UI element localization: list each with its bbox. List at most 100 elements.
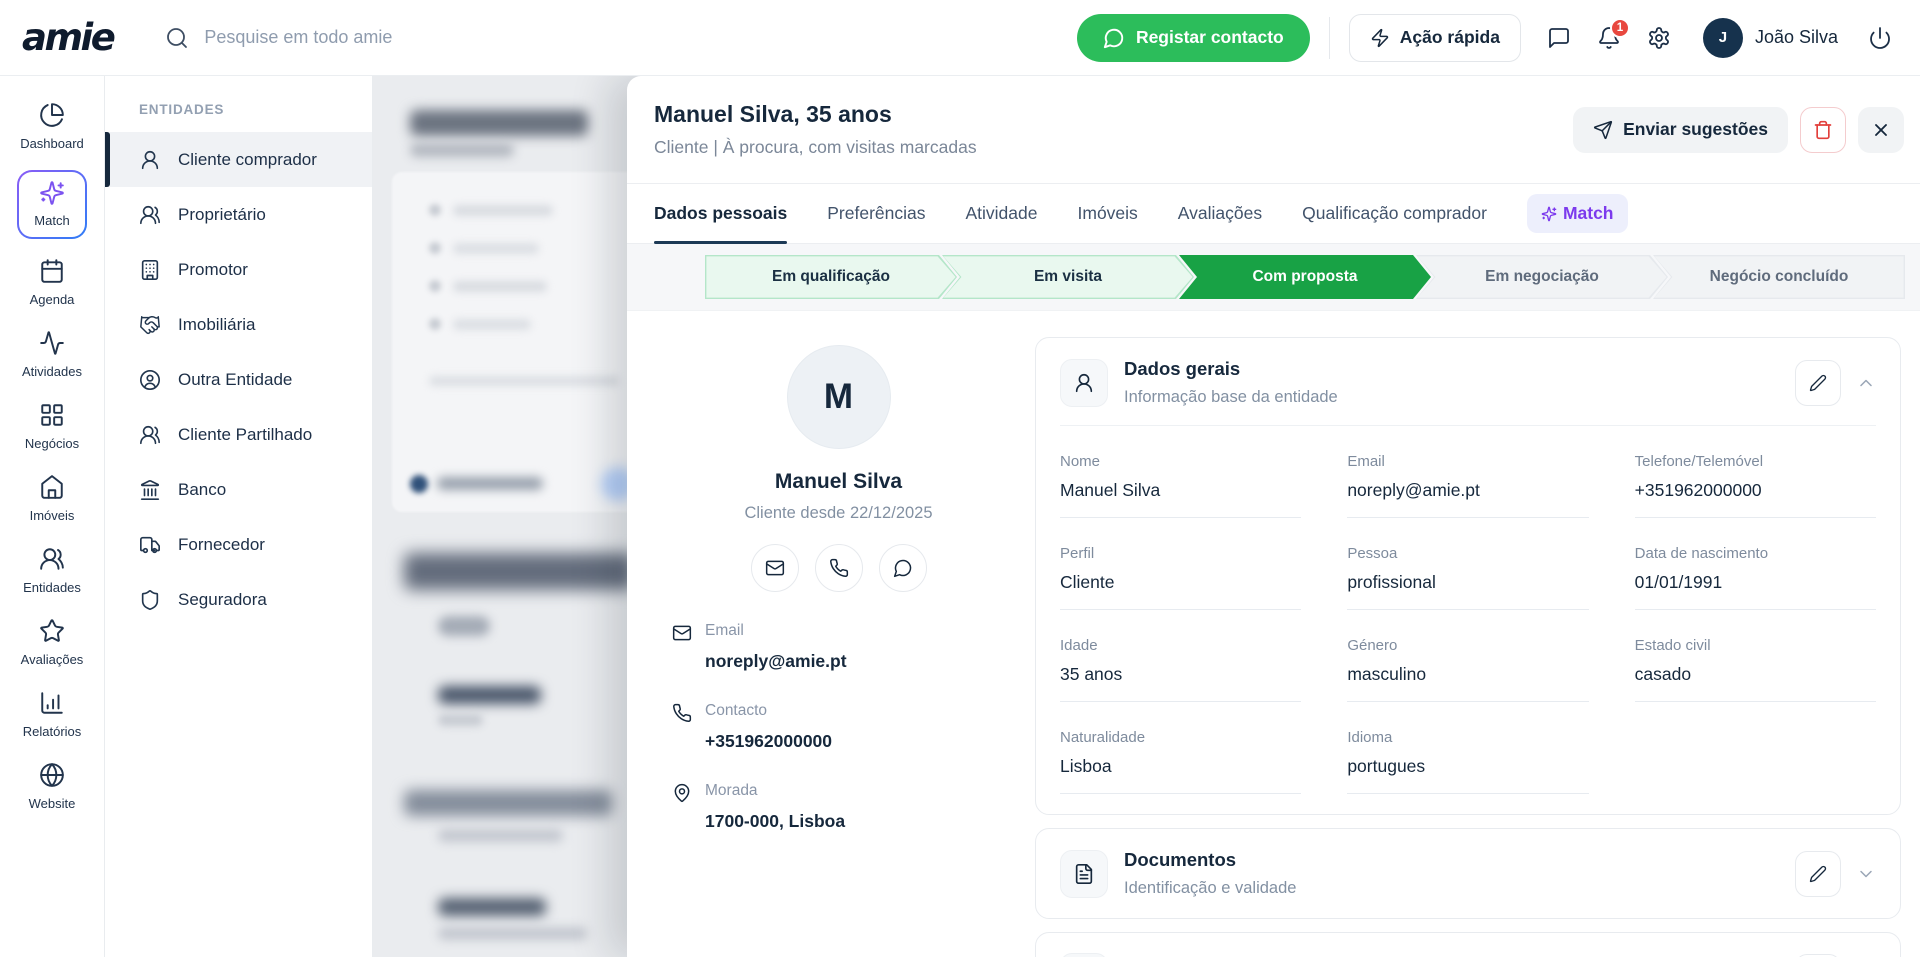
pipeline-stage-negocio-concluido[interactable]: Negócio concluído xyxy=(1653,255,1905,299)
contact-label: Email xyxy=(705,622,1005,643)
users-icon xyxy=(139,204,161,226)
sidebar-item-relatorios[interactable]: Relatórios xyxy=(4,686,100,743)
sparkles-icon xyxy=(39,180,65,206)
lightning-icon xyxy=(1370,28,1390,48)
user-name[interactable]: João Silva xyxy=(1755,27,1838,48)
register-contact-button[interactable]: Registar contacto xyxy=(1077,14,1310,62)
tab-preferencias[interactable]: Preferências xyxy=(827,184,925,243)
quick-action-button[interactable]: Ação rápida xyxy=(1349,14,1521,62)
pipeline-stage-label: Com proposta xyxy=(1179,255,1431,299)
contact-value[interactable]: noreply@amie.pt xyxy=(705,651,1005,672)
chat-bubble-icon xyxy=(893,558,913,578)
send-suggestions-button[interactable]: Enviar sugestões xyxy=(1573,107,1788,153)
field-label: Perfil xyxy=(1060,545,1301,562)
bar-chart-icon xyxy=(39,690,65,716)
field-pessoa: Pessoa profissional xyxy=(1347,534,1588,610)
search-icon xyxy=(165,26,189,50)
field-value: 35 anos xyxy=(1060,664,1301,685)
pipeline-stage-em-qualificacao[interactable]: Em qualificação xyxy=(705,255,957,299)
entity-item-banco[interactable]: Banco xyxy=(105,462,372,517)
card-documentos: Documentos Identificação e validade xyxy=(1035,828,1901,919)
sidebar-item-label: Website xyxy=(29,796,76,811)
client-tabs: Dados pessoais Preferências Atividade Im… xyxy=(627,184,1920,244)
field-value: Lisboa xyxy=(1060,756,1301,777)
mail-icon xyxy=(672,623,692,643)
home-icon xyxy=(39,474,65,500)
send-suggestions-label: Enviar sugestões xyxy=(1623,119,1768,140)
tab-match[interactable]: Match xyxy=(1527,194,1628,233)
tab-qualificacao-comprador[interactable]: Qualificação comprador xyxy=(1302,184,1487,243)
entity-item-imobiliaria[interactable]: Imobiliária xyxy=(105,297,372,352)
pipeline-stage-em-negociacao[interactable]: Em negociação xyxy=(1416,255,1668,299)
sidebar-item-avaliacoes[interactable]: Avaliações xyxy=(4,614,100,671)
messages-button[interactable] xyxy=(1547,26,1571,50)
contact-value[interactable]: +351962000000 xyxy=(705,731,1005,752)
users-icon xyxy=(39,546,65,572)
user-icon xyxy=(139,149,161,171)
field-label: Estado civil xyxy=(1635,637,1876,654)
sidebar-item-label: Agenda xyxy=(30,292,75,307)
global-search[interactable] xyxy=(165,26,634,50)
sidebar-item-atividades[interactable]: Atividades xyxy=(4,326,100,383)
field-perfil: Perfil Cliente xyxy=(1060,534,1301,610)
map-pin-icon xyxy=(672,783,692,803)
pipeline-stage-em-visita[interactable]: Em visita xyxy=(942,255,1194,299)
chevron-down-icon[interactable] xyxy=(1856,864,1876,884)
sidebar-item-dashboard[interactable]: Dashboard xyxy=(4,98,100,155)
sidebar-item-label: Match xyxy=(34,213,69,228)
calendar-icon xyxy=(39,258,65,284)
tab-imoveis[interactable]: Imóveis xyxy=(1078,184,1138,243)
pipeline-stage-label: Em negociação xyxy=(1416,255,1668,299)
edit-general-button[interactable] xyxy=(1795,360,1841,406)
contact-label: Morada xyxy=(705,782,1005,803)
edit-documents-button[interactable] xyxy=(1795,851,1841,897)
logout-button[interactable] xyxy=(1868,26,1892,50)
entity-item-cliente-comprador[interactable]: Cliente comprador xyxy=(105,132,372,187)
delete-client-button[interactable] xyxy=(1800,107,1846,153)
sidebar-item-label: Imóveis xyxy=(30,508,75,523)
sidebar-nav: Dashboard Match Agenda Atividades Negóci… xyxy=(0,76,105,957)
close-drawer-button[interactable] xyxy=(1858,107,1904,153)
topbar-divider xyxy=(1329,17,1330,59)
tab-atividade[interactable]: Atividade xyxy=(966,184,1038,243)
field-value: noreply@amie.pt xyxy=(1347,480,1588,501)
tab-avaliacoes[interactable]: Avaliações xyxy=(1178,184,1262,243)
entity-item-fornecedor[interactable]: Fornecedor xyxy=(105,517,372,572)
entity-item-label: Banco xyxy=(178,480,226,500)
chevron-up-icon[interactable] xyxy=(1856,373,1876,393)
user-avatar[interactable]: J xyxy=(1703,18,1743,58)
settings-button[interactable] xyxy=(1647,26,1671,50)
sidebar-item-negocios[interactable]: Negócios xyxy=(4,398,100,455)
field-value: 01/01/1991 xyxy=(1635,572,1876,593)
globe-icon xyxy=(39,762,65,788)
user-icon xyxy=(1060,359,1108,407)
amie-logo[interactable]: amie xyxy=(22,16,113,59)
pipeline-stage-com-proposta[interactable]: Com proposta xyxy=(1179,255,1431,299)
entity-item-proprietario[interactable]: Proprietário xyxy=(105,187,372,242)
field-value: casado xyxy=(1635,664,1876,685)
sidebar-item-imoveis[interactable]: Imóveis xyxy=(4,470,100,527)
entity-item-label: Seguradora xyxy=(178,590,267,610)
search-input[interactable] xyxy=(204,27,634,48)
entity-item-promotor[interactable]: Promotor xyxy=(105,242,372,297)
chat-bubble-icon xyxy=(1103,27,1125,49)
sidebar-item-website[interactable]: Website xyxy=(4,758,100,815)
call-action-button[interactable] xyxy=(815,544,863,592)
sparkles-icon xyxy=(1541,206,1557,222)
sidebar-item-label: Dashboard xyxy=(20,136,84,151)
entity-item-seguradora[interactable]: Seguradora xyxy=(105,572,372,627)
chat-action-button[interactable] xyxy=(879,544,927,592)
field-idade: Idade 35 anos xyxy=(1060,626,1301,702)
notifications-button[interactable]: 1 xyxy=(1597,26,1621,50)
email-action-button[interactable] xyxy=(751,544,799,592)
contact-value[interactable]: 1700-000, Lisboa xyxy=(705,811,1005,832)
entity-item-cliente-partilhado[interactable]: Cliente Partilhado xyxy=(105,407,372,462)
sidebar-item-agenda[interactable]: Agenda xyxy=(4,254,100,311)
tab-dados-pessoais[interactable]: Dados pessoais xyxy=(654,184,787,243)
sidebar-item-match[interactable]: Match xyxy=(17,170,86,239)
entity-item-outra-entidade[interactable]: Outra Entidade xyxy=(105,352,372,407)
trash-icon xyxy=(1813,120,1833,140)
sidebar-item-entidades[interactable]: Entidades xyxy=(4,542,100,599)
field-label: Email xyxy=(1347,453,1588,470)
entity-item-label: Imobiliária xyxy=(178,315,255,335)
